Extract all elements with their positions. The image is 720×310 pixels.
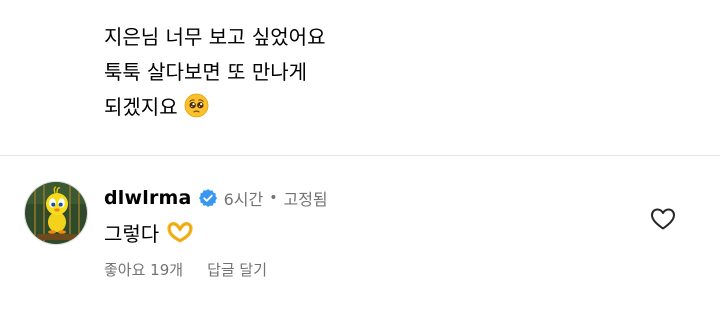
heart-outline-icon[interactable] [650,207,676,231]
previous-comment: 지은님 너무 보고 싶었어요 툭툭 살다보면 또 만나게 되겠지요 [104,20,624,125]
comment-actions: 좋아요 19개 답글 달기 [104,259,267,280]
comment-header: dlwlrma 6시간 • 고정됨 [104,184,328,212]
avatar[interactable] [24,181,88,245]
comment-line-3-text: 되겠지요 [104,95,178,119]
reply-button[interactable]: 답글 달기 [207,259,267,280]
comment-time: 6시간 [223,190,264,209]
likes-count-link[interactable]: 좋아요 19개 [104,259,183,280]
meta-separator: • [269,190,278,206]
pinned-comment: dlwlrma 6시간 • 고정됨 그렇다 좋아요 19개 답글 달기 [0,155,720,310]
comment-line-3: 되겠지요 [104,90,624,125]
verified-badge-icon [198,189,217,207]
comment-body: 그렇다 [104,217,193,247]
comment-line-1: 지은님 너무 보고 싶었어요 [104,25,326,49]
comment-text: 그렇다 [104,221,160,246]
username[interactable]: dlwlrma [104,187,192,209]
heart-hands-icon [167,221,193,243]
comment-line-2: 툭툭 살다보면 또 만나게 [104,60,308,84]
pleading-face-icon [184,93,209,118]
comments-page: 지은님 너무 보고 싶었어요 툭툭 살다보면 또 만나게 되겠지요 dlwlrm… [0,0,720,310]
pinned-label: 고정됨 [283,190,328,209]
tweety-avatar-image [25,182,87,244]
